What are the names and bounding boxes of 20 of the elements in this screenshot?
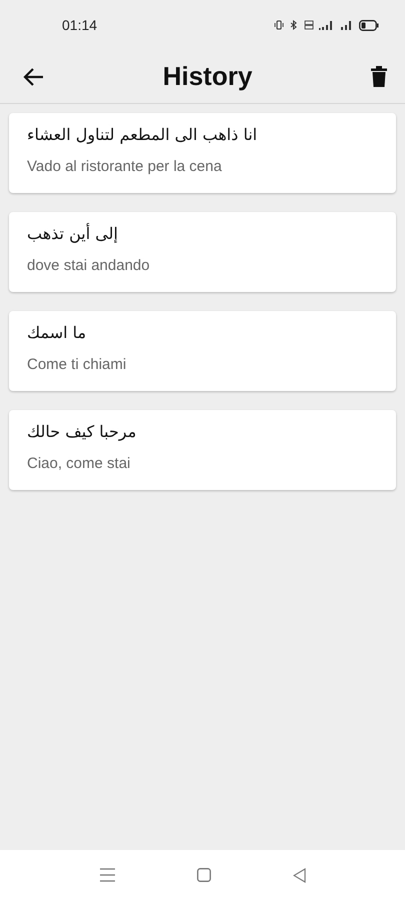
bluetooth-icon [289,20,299,30]
trash-icon[interactable] [370,66,387,87]
home-square-icon[interactable] [196,868,210,882]
source-text: انا ذاهب الى المطعم لتناول العشاء [27,125,258,144]
vibrate-icon [274,20,284,30]
signal-icon [319,20,335,30]
status-time: 01:14 [62,17,98,33]
page-title: History [162,61,252,92]
back-triangle-icon[interactable] [292,868,306,882]
translation-text: Ciao, come stai [27,455,130,472]
source-text: مرحبا كيف حالك [27,422,136,441]
translation-text: Come ti chiami [27,356,126,373]
signal-icon [340,20,354,30]
menu-icon[interactable] [100,868,114,882]
translation-text: Vado al ristorante per la cena [27,158,222,175]
battery-icon [359,20,379,30]
source-text: إلى أين تذهب [27,224,118,243]
back-arrow-icon[interactable] [22,66,44,86]
source-text: ما اسمك [27,323,86,342]
translation-text: dove stai andando [27,257,150,274]
